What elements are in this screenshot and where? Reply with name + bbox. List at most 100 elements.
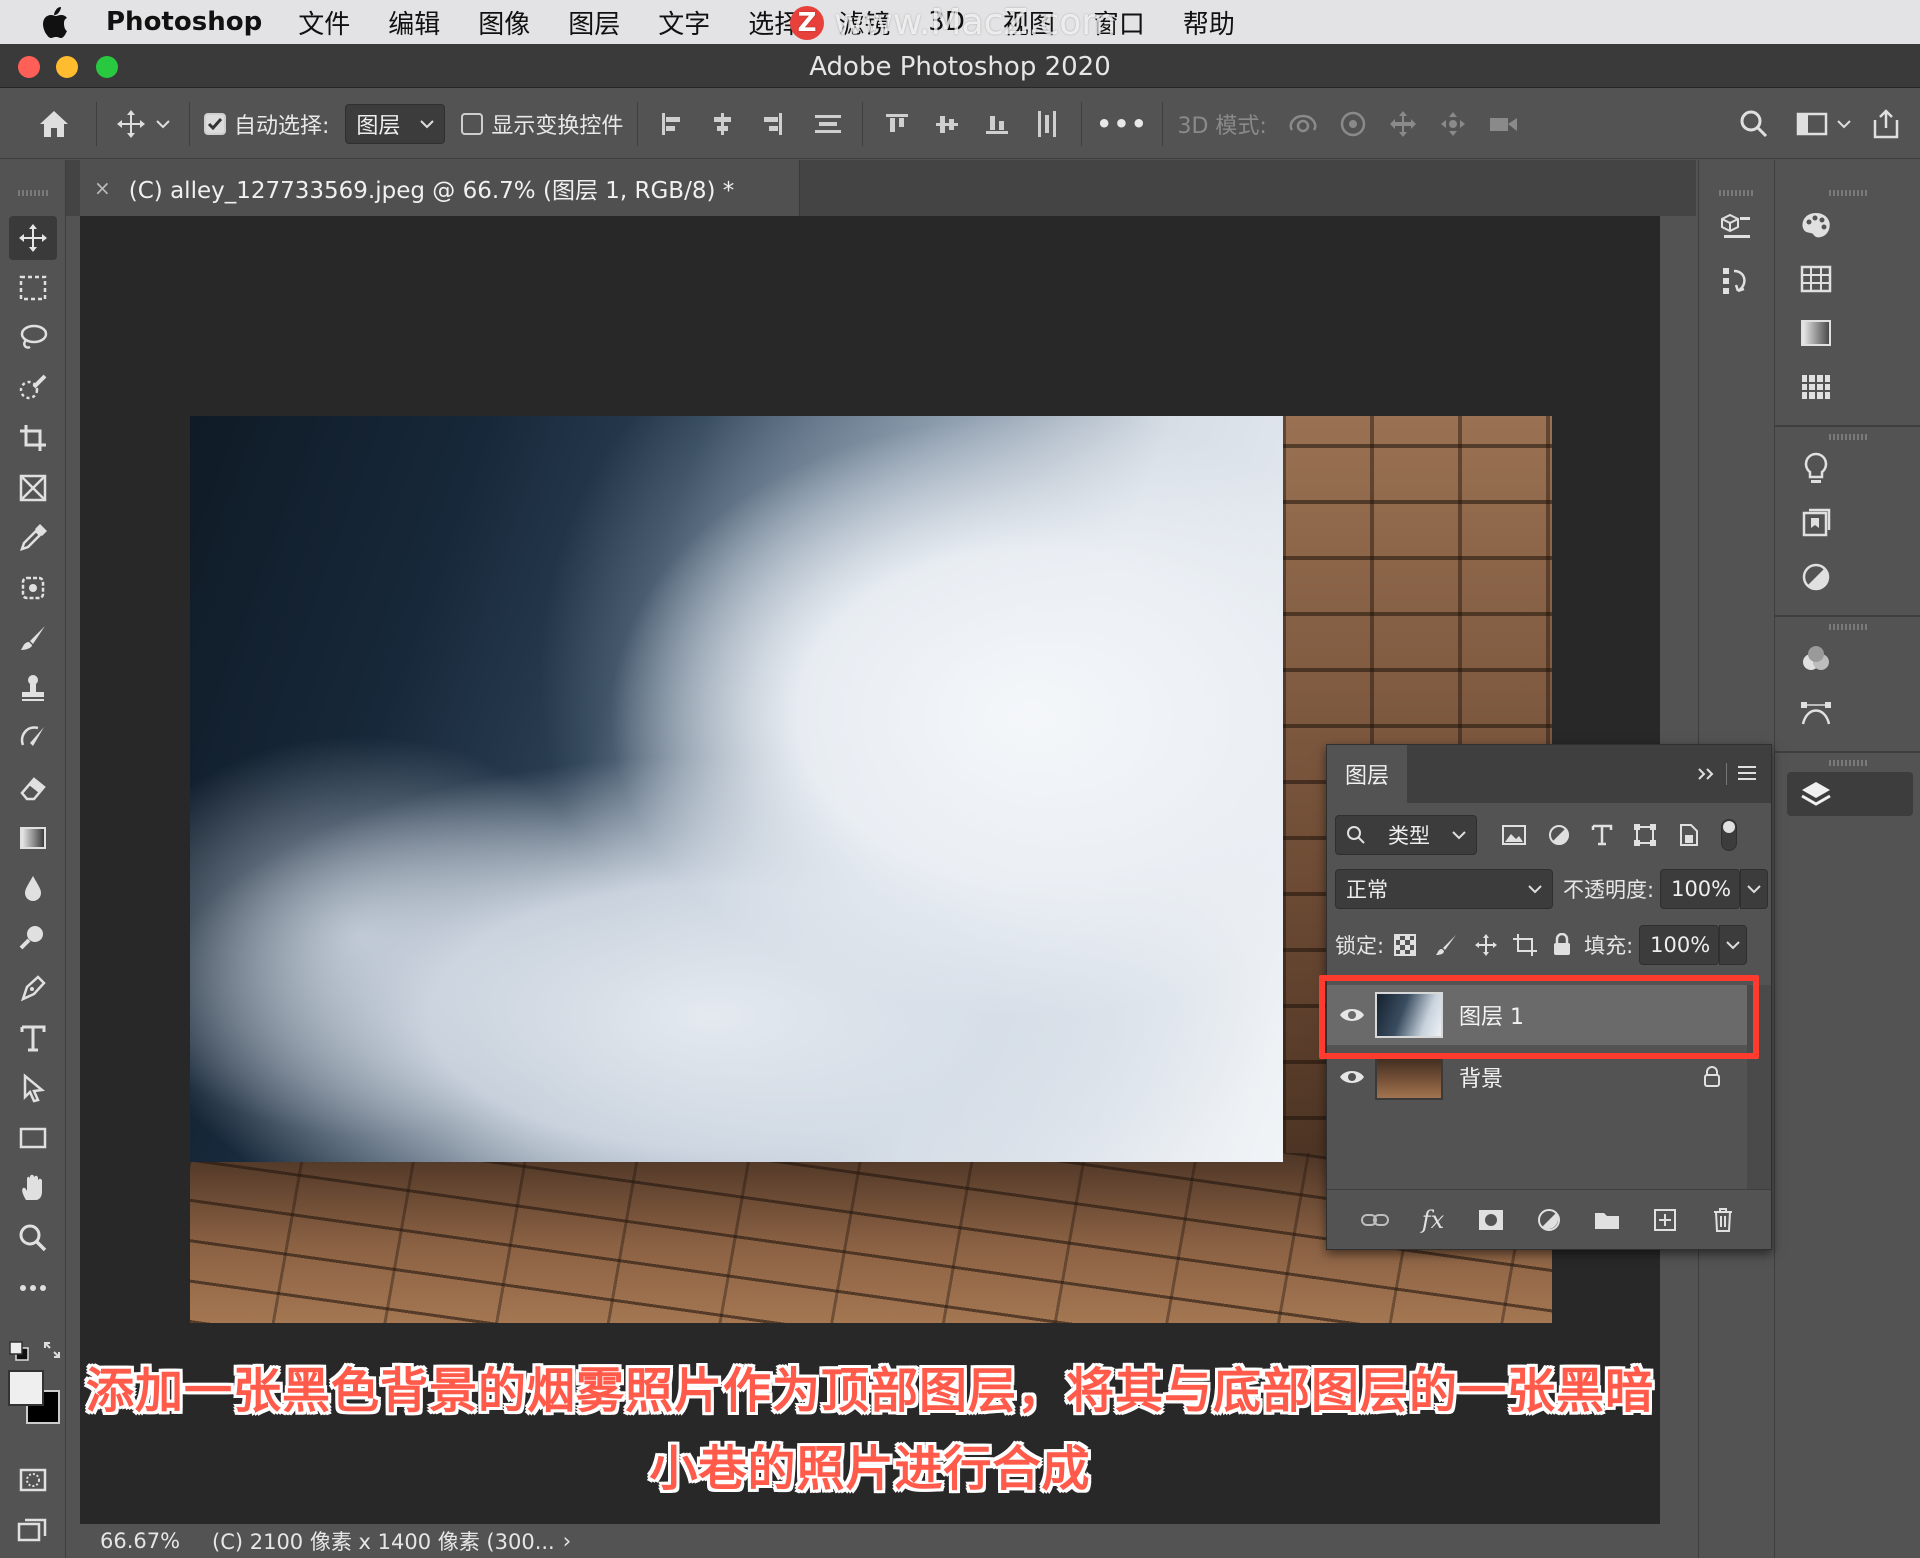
blend-mode-dropdown[interactable]: 正常 [1335,869,1553,909]
eraser-tool-icon[interactable] [9,766,57,810]
color-panel-icon[interactable] [1791,202,1841,248]
lock-position-icon[interactable] [1474,933,1498,957]
link-layers-icon[interactable] [1356,1201,1394,1239]
align-right-icon[interactable] [752,104,792,144]
new-group-icon[interactable] [1588,1201,1626,1239]
close-document-icon[interactable]: × [94,176,111,200]
crop-tool-icon[interactable] [9,416,57,460]
menu-type[interactable]: 文字 [658,4,710,41]
opacity-input[interactable]: 100% [1660,869,1741,909]
filter-pixel-icon[interactable] [1501,824,1527,846]
filter-type-dropdown[interactable]: 类型 [1335,815,1477,855]
3d-panel-icon[interactable] [1711,204,1761,250]
dock-grip[interactable] [1829,434,1869,440]
lock-transparent-pixels-icon[interactable] [1394,934,1417,956]
new-layer-icon[interactable] [1646,1201,1684,1239]
align-horizontal-center-icon[interactable] [702,104,742,144]
pen-tool-icon[interactable] [9,966,57,1010]
menu-layer[interactable]: 图层 [568,4,620,41]
layers-panel-icon[interactable] [1791,772,1841,818]
gradient-tool-icon[interactable] [9,816,57,860]
menu-edit[interactable]: 编辑 [388,4,440,41]
3d-slide-icon[interactable] [1433,104,1473,144]
default-colors-icon[interactable] [8,1340,30,1362]
home-icon[interactable] [34,104,74,144]
brush-tool-icon[interactable] [9,616,57,660]
dodge-tool-icon[interactable] [9,916,57,960]
3d-roll-icon[interactable] [1333,104,1373,144]
distribute-horizontal-icon[interactable] [1027,104,1067,144]
filter-smart-object-icon[interactable] [1677,823,1699,847]
libraries-panel-icon[interactable] [1791,500,1841,546]
lock-image-pixels-icon[interactable] [1434,933,1458,957]
collapse-panel-icon[interactable] [1697,767,1715,781]
align-top-icon[interactable] [877,104,917,144]
more-tools-icon[interactable] [9,1266,57,1310]
eyedropper-tool-icon[interactable] [9,516,57,560]
move-tool-icon[interactable] [9,216,57,260]
learn-panel-icon[interactable] [1791,446,1841,492]
menu-file[interactable]: 文件 [298,4,350,41]
filter-adjustment-icon[interactable] [1547,823,1571,847]
chevron-down-icon[interactable] [151,104,175,144]
path-selection-tool-icon[interactable] [9,1066,57,1110]
type-tool-icon[interactable] [9,1016,57,1060]
distribute-vertical-icon[interactable] [808,104,848,144]
adjustments-panel-icon[interactable] [1791,554,1841,600]
layer-effects-button[interactable]: fx [1414,1201,1452,1239]
toolbar-grip[interactable] [18,190,48,196]
history-brush-tool-icon[interactable] [9,716,57,760]
dock-grip[interactable] [1829,624,1869,630]
lock-artboard-icon[interactable] [1512,933,1538,957]
lasso-tool-icon[interactable] [9,316,57,360]
filter-toggle[interactable] [1721,819,1737,851]
hand-tool-icon[interactable] [9,1166,57,1210]
visibility-eye-icon[interactable] [1339,1068,1365,1086]
filter-shape-icon[interactable] [1633,823,1657,847]
clone-stamp-tool-icon[interactable] [9,666,57,710]
3d-orbit-icon[interactable] [1283,104,1323,144]
fill-input[interactable]: 100% [1639,925,1720,965]
channels-panel-icon[interactable] [1791,636,1841,682]
search-icon[interactable] [1734,104,1774,144]
filter-type-icon[interactable] [1591,823,1613,847]
quick-mask-icon[interactable] [9,1458,57,1502]
panel-menu-icon[interactable] [1737,765,1757,781]
quick-selection-tool-icon[interactable] [9,366,57,410]
more-options-button[interactable]: ••• [1096,110,1148,138]
foreground-color-swatch[interactable] [8,1370,44,1406]
move-tool-preset-icon[interactable] [111,104,151,144]
add-mask-icon[interactable] [1472,1201,1510,1239]
workspace-icon[interactable] [1792,104,1832,144]
swatches-panel-icon[interactable] [1791,256,1841,302]
share-icon[interactable] [1866,104,1906,144]
3d-pan-icon[interactable] [1383,104,1423,144]
new-adjustment-layer-icon[interactable] [1530,1201,1568,1239]
auto-select-checkbox[interactable] [204,112,226,135]
history-panel-icon[interactable] [1711,258,1761,304]
dock-grip[interactable] [1719,190,1753,196]
fill-slider-toggle[interactable] [1719,925,1748,965]
patterns-panel-icon[interactable] [1791,364,1841,410]
dock-grip[interactable] [1829,190,1869,196]
zoom-tool-icon[interactable] [9,1216,57,1260]
menu-image[interactable]: 图像 [478,4,530,41]
frame-tool-icon[interactable] [9,466,57,510]
lock-all-icon[interactable] [1552,933,1572,957]
screen-mode-icon[interactable] [9,1508,57,1552]
menu-help[interactable]: 帮助 [1183,4,1235,41]
blur-tool-icon[interactable] [9,866,57,910]
background-layer-name[interactable]: 背景 [1459,1061,1503,1093]
zoom-level[interactable]: 66.67% [100,1529,190,1553]
marquee-tool-icon[interactable] [9,266,57,310]
3d-scale-icon[interactable] [1483,104,1523,144]
delete-layer-icon[interactable] [1704,1201,1742,1239]
app-menu[interactable]: Photoshop [106,7,262,37]
layers-tab[interactable]: 图层 [1327,745,1407,803]
chevron-down-icon[interactable] [1832,104,1856,144]
gradients-panel-icon[interactable] [1791,310,1841,356]
spot-healing-tool-icon[interactable] [9,566,57,610]
swap-colors-icon[interactable] [42,1340,62,1360]
apple-logo-icon[interactable] [40,6,70,38]
dock-grip[interactable] [1829,760,1869,766]
